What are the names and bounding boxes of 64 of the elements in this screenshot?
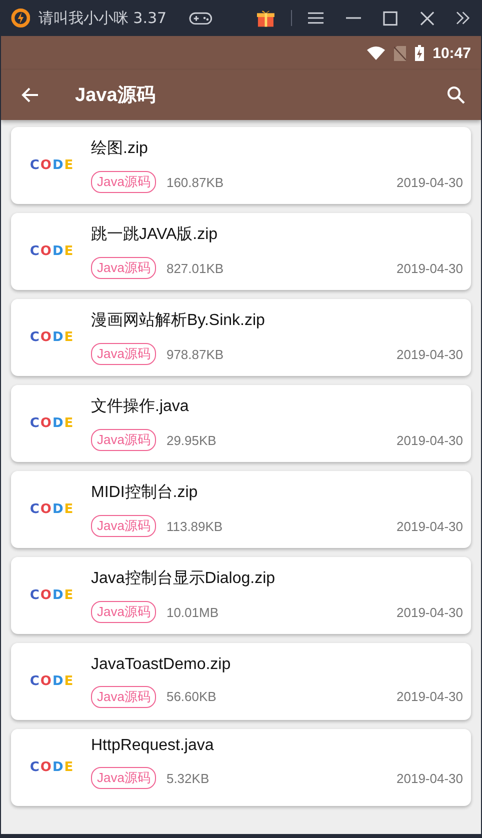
file-card[interactable]: CODE Java控制台显示Dialog.zip Java源码 10.01MB 2019-04-30 xyxy=(11,557,471,634)
file-size: 56.60KB xyxy=(166,689,216,704)
category-tag: Java源码 xyxy=(91,343,156,365)
file-card[interactable]: CODE 文件操作.java Java源码 29.95KB 2019-04-30 xyxy=(11,385,471,462)
file-date: 2019-04-30 xyxy=(396,174,463,190)
file-name: 跳一跳JAVA版.zip xyxy=(91,225,219,245)
category-tag: Java源码 xyxy=(91,767,156,789)
file-name: 漫画网站解析By.Sink.zip xyxy=(91,310,266,331)
battery-icon xyxy=(414,45,424,61)
file-size: 827.01KB xyxy=(166,260,224,276)
file-date: 2019-04-30 xyxy=(396,518,463,534)
status-time: 10:47 xyxy=(432,44,471,62)
file-name: Java控制台显示Dialog.zip xyxy=(91,568,276,589)
file-name: HttpRequest.java xyxy=(91,737,215,755)
close-icon[interactable] xyxy=(420,10,434,26)
file-date: 2019-04-30 xyxy=(396,604,463,620)
file-date: 2019-04-30 xyxy=(396,346,463,362)
window-title: 请叫我小小咪 3.37 xyxy=(38,8,167,28)
file-date: 2019-04-30 xyxy=(396,260,463,276)
wifi-icon xyxy=(366,46,385,60)
file-size: 978.87KB xyxy=(166,346,224,362)
file-date: 2019-04-30 xyxy=(396,770,463,786)
file-size: 29.95KB xyxy=(166,432,216,448)
code-logo: CODE xyxy=(28,502,76,517)
maximize-icon[interactable] xyxy=(383,10,398,26)
file-date: 2019-04-30 xyxy=(396,689,463,704)
file-name: JavaToastDemo.zip xyxy=(91,656,232,674)
code-logo: CODE xyxy=(28,158,76,173)
category-tag: Java源码 xyxy=(91,515,156,537)
file-name: 绘图.zip xyxy=(91,139,149,159)
app-logo-icon xyxy=(11,8,30,28)
file-card[interactable]: CODE 绘图.zip Java源码 160.87KB 2019-04-30 xyxy=(11,127,471,204)
page-title: Java源码 xyxy=(75,84,156,108)
category-tag: Java源码 xyxy=(91,601,156,623)
file-card[interactable]: CODE MIDI控制台.zip Java源码 113.89KB 2019-04-30 xyxy=(11,471,471,548)
code-logo: CODE xyxy=(28,760,76,775)
gift-icon[interactable] xyxy=(256,8,276,28)
file-size: 160.87KB xyxy=(166,174,224,190)
category-tag: Java源码 xyxy=(91,171,156,193)
minimize-icon[interactable] xyxy=(346,17,362,19)
file-card[interactable]: CODE 漫画网站解析By.Sink.zip Java源码 978.87KB 2019-04-30 xyxy=(11,299,471,376)
file-size: 5.32KB xyxy=(166,770,210,786)
code-logo: CODE xyxy=(28,330,76,345)
search-icon[interactable] xyxy=(447,86,465,104)
code-logo: CODE xyxy=(28,674,76,689)
code-logo: CODE xyxy=(28,588,76,603)
back-arrow-icon[interactable] xyxy=(21,87,39,103)
category-tag: Java源码 xyxy=(91,686,156,708)
code-logo: CODE xyxy=(28,416,76,431)
menu-icon[interactable] xyxy=(308,11,324,25)
file-size: 113.89KB xyxy=(166,518,223,534)
category-tag: Java源码 xyxy=(91,257,156,279)
category-tag: Java源码 xyxy=(91,429,156,451)
file-name: 文件操作.java xyxy=(91,396,190,417)
file-date: 2019-04-30 xyxy=(396,432,463,448)
file-size: 10.01MB xyxy=(166,604,219,620)
file-name: MIDI控制台.zip xyxy=(91,482,199,503)
file-card[interactable]: CODE JavaToastDemo.zip Java源码 56.60KB 2019-04-30 xyxy=(11,643,471,720)
no-sim-icon xyxy=(394,46,406,60)
expand-icon[interactable] xyxy=(456,11,471,25)
file-card[interactable]: CODE 跳一跳JAVA版.zip Java源码 827.01KB 2019-04-30 xyxy=(11,213,471,290)
gamepad-icon[interactable] xyxy=(188,10,212,26)
file-card[interactable]: CODE HttpRequest.java Java源码 5.32KB 2019-04-30 xyxy=(11,729,471,806)
code-logo: CODE xyxy=(28,244,76,259)
